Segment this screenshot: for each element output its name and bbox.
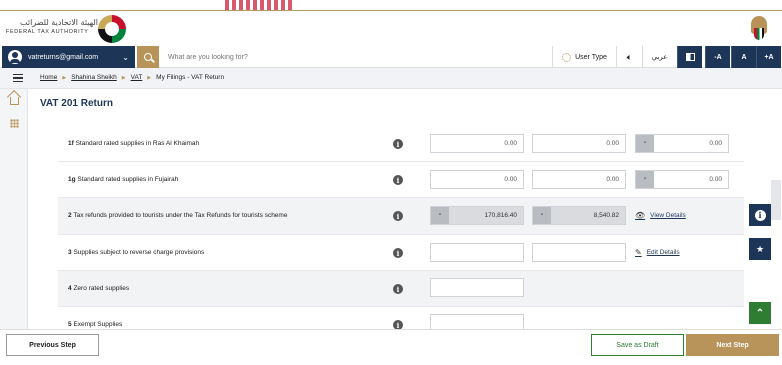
amount-input[interactable] xyxy=(430,243,524,262)
info-icon: i xyxy=(754,209,766,221)
info-icon[interactable]: i xyxy=(393,139,403,149)
speaker-icon[interactable]: 🔈︎ xyxy=(616,46,642,68)
user-type-label: User Type xyxy=(575,53,607,61)
chevron-double-up-icon: ⌃ xyxy=(755,307,765,319)
next-step-button[interactable]: Next Step xyxy=(686,334,779,356)
vat-amount-input[interactable] xyxy=(532,243,626,262)
vat-return-form: 1f Standard rated supplies in Ras Al Kha… xyxy=(58,120,744,330)
form-row-5: 5 Exempt Supplies i xyxy=(58,307,744,330)
chevron-down-icon: ⌄ xyxy=(122,52,129,62)
info-icon[interactable]: i xyxy=(393,284,403,294)
vat-amount-input[interactable]: 0.00 xyxy=(532,170,626,189)
breadcrumb-user[interactable]: Shahina Sheikh xyxy=(71,74,117,81)
contrast-icon xyxy=(685,53,695,61)
favorite-side-button[interactable]: ★ xyxy=(749,238,771,260)
gear-icon xyxy=(562,52,572,62)
logo-english-text: FEDERAL TAX AUTHORITY xyxy=(6,29,89,35)
amount-input[interactable]: 0.00 xyxy=(430,134,524,153)
form-row-2: 2 Tax refunds provided to tourists under… xyxy=(58,198,744,235)
amount-readonly: -170,816.40 xyxy=(430,206,524,225)
font-increase-button[interactable]: +A xyxy=(756,46,781,68)
form-row-4: 4 Zero rated supplies i xyxy=(58,271,744,307)
flag-stripe-decoration xyxy=(225,0,295,10)
uae-emblem-icon xyxy=(748,14,770,44)
info-icon[interactable]: i xyxy=(393,211,403,221)
eye-icon: 👁︎ xyxy=(635,211,646,220)
edit-icon: ✎ xyxy=(635,248,642,257)
info-icon[interactable]: i xyxy=(393,248,403,258)
save-draft-button[interactable]: Save as Draft xyxy=(591,334,684,356)
vat-amount-input[interactable]: 0.00 xyxy=(532,134,626,153)
row-label: 3 Supplies subject to reverse charge pro… xyxy=(68,249,205,256)
account-email: vatreturns@gmail.com xyxy=(28,53,99,61)
user-avatar-icon xyxy=(8,50,22,64)
font-decrease-button[interactable]: -A xyxy=(705,46,730,68)
breadcrumb-separator-icon: ▶ xyxy=(147,74,152,81)
row-label: 1g Standard rated supplies in Fujairah xyxy=(68,176,179,183)
breadcrumb-current: My Filings - VAT Return xyxy=(156,74,225,81)
amount-input[interactable] xyxy=(430,278,524,297)
breadcrumb-separator-icon: ▶ xyxy=(62,74,67,81)
row-label: 4 Zero rated supplies xyxy=(68,285,130,292)
menu-icon[interactable] xyxy=(13,74,23,82)
breadcrumb-vat[interactable]: VAT xyxy=(131,74,143,81)
breadcrumb-separator-icon: ▶ xyxy=(121,74,126,81)
grid-icon[interactable] xyxy=(10,119,19,128)
info-side-button[interactable]: i xyxy=(749,204,771,226)
row-label: 5 Exempt Supplies xyxy=(68,321,123,328)
font-normal-button[interactable]: A xyxy=(731,46,756,68)
row-label: 2 Tax refunds provided to tourists under… xyxy=(68,212,288,219)
form-footer: Previous Step Save as Draft Next Step xyxy=(0,329,782,365)
search-button[interactable] xyxy=(137,46,159,68)
account-dropdown[interactable]: vatreturns@gmail.com ⌄ xyxy=(2,46,135,68)
adjustment-input[interactable]: -0.00 xyxy=(635,134,729,153)
row-label: 1f Standard rated supplies in Ras Al Kha… xyxy=(68,140,200,147)
adjustment-sign: - xyxy=(636,171,654,188)
fta-logo-icon[interactable] xyxy=(98,15,126,43)
left-nav-rail xyxy=(0,89,28,329)
amount-input[interactable] xyxy=(430,314,524,330)
form-row-3: 3 Supplies subject to reverse charge pro… xyxy=(58,235,744,271)
amount-sign: - xyxy=(431,207,449,224)
breadcrumb-bar: Home ▶ Shahina Sheikh ▶ VAT ▶ My Filings… xyxy=(0,68,782,89)
vat-sign: - xyxy=(533,207,551,224)
breadcrumb: Home ▶ Shahina Sheikh ▶ VAT ▶ My Filings… xyxy=(40,74,224,81)
adjustment-input[interactable]: -0.00 xyxy=(635,170,729,189)
star-icon: ★ xyxy=(755,243,765,254)
page-title: VAT 201 Return xyxy=(40,98,113,109)
logo-arabic-text: الهيئة الاتحادية للضرائب xyxy=(20,18,98,27)
scrollbar[interactable] xyxy=(771,180,781,220)
search-input[interactable] xyxy=(168,50,468,64)
amount-input[interactable]: 0.00 xyxy=(430,170,524,189)
user-type-button[interactable]: User Type xyxy=(552,46,616,68)
info-icon[interactable]: i xyxy=(393,175,403,185)
search-icon xyxy=(144,53,152,61)
breadcrumb-home[interactable]: Home xyxy=(40,74,57,81)
language-toggle[interactable]: عربي xyxy=(642,46,676,68)
view-details-link[interactable]: 👁︎ View Details xyxy=(635,211,686,220)
form-row-1g: 1g Standard rated supplies in Fujairah i… xyxy=(58,162,744,198)
contrast-toggle[interactable] xyxy=(677,46,702,68)
edit-details-link[interactable]: ✎ Edit Details xyxy=(635,248,680,257)
top-toolbar: vatreturns@gmail.com ⌄ User Type 🔈︎ عربي… xyxy=(0,46,782,68)
adjustment-sign: - xyxy=(636,135,654,152)
form-row-1f: 1f Standard rated supplies in Ras Al Kha… xyxy=(58,126,744,162)
scroll-top-button[interactable]: ⌃ xyxy=(749,302,771,324)
site-header: الهيئة الاتحادية للضرائب FEDERAL TAX AUT… xyxy=(0,10,782,46)
home-icon[interactable] xyxy=(10,97,19,105)
previous-step-button[interactable]: Previous Step xyxy=(6,334,99,356)
vat-amount-readonly: -8,540.82 xyxy=(532,206,626,225)
fta-logo-text[interactable]: الهيئة الاتحادية للضرائب FEDERAL TAX AUT… xyxy=(6,18,98,35)
